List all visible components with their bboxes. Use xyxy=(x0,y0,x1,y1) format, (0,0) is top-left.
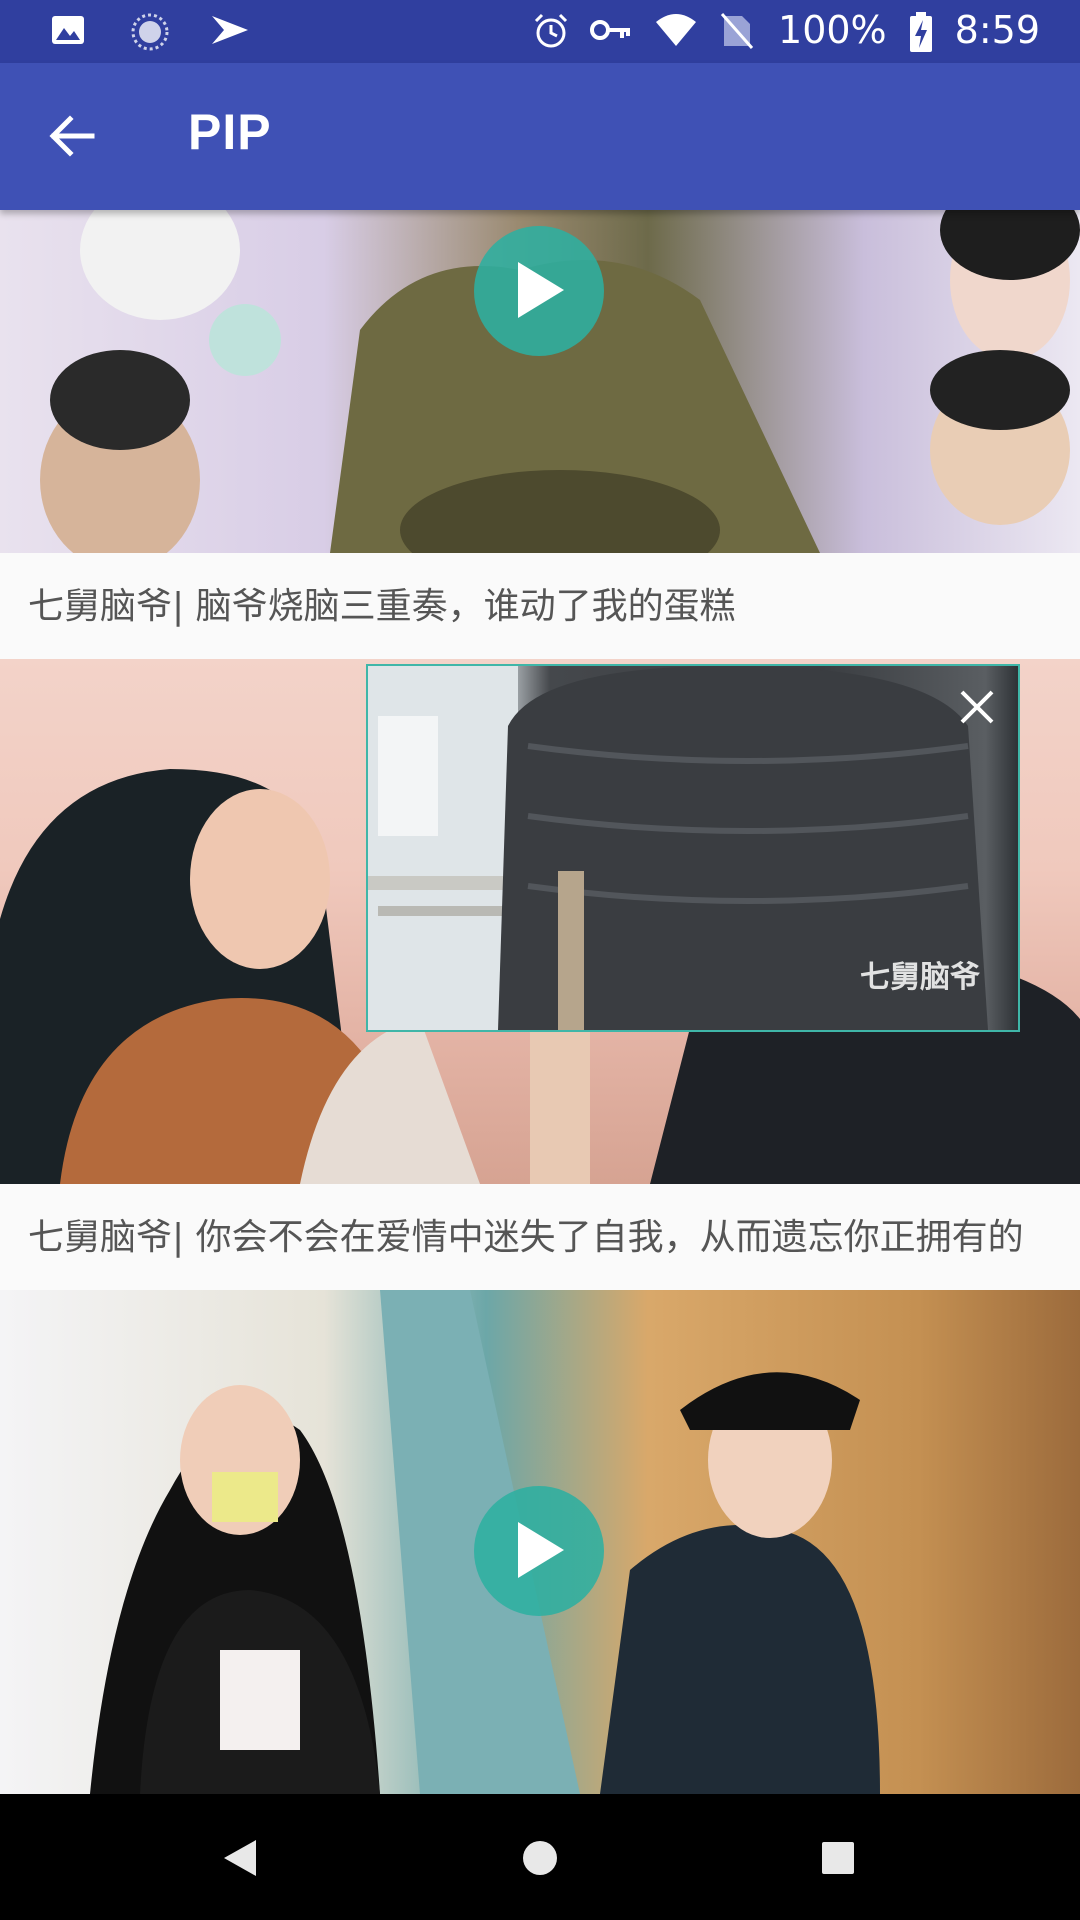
video-caption-1[interactable]: 七舅脑爷| 脑爷烧脑三重奏，谁动了我的蛋糕 xyxy=(0,553,1080,659)
caption-text-2: 七舅脑爷| 你会不会在爱情中迷失了自我，从而遗忘你正拥有的 xyxy=(28,1217,1024,1258)
sync-icon xyxy=(130,12,169,51)
navigation-bar xyxy=(0,1794,1080,1920)
wifi-icon xyxy=(654,12,698,48)
play-button-3[interactable] xyxy=(474,1486,604,1616)
status-bar: 100% 8:59 xyxy=(0,0,1080,63)
status-left-icons xyxy=(50,12,248,51)
vpn-key-icon xyxy=(590,12,632,48)
play-button-1[interactable] xyxy=(474,226,604,356)
play-icon xyxy=(518,1522,564,1578)
pip-watermark: 七舅脑爷 xyxy=(860,960,980,995)
status-right-icons: 100% 8:59 xyxy=(532,8,1040,52)
home-circle-icon[interactable] xyxy=(520,1838,560,1882)
send-icon xyxy=(210,12,248,48)
recents-square-icon[interactable] xyxy=(820,1840,856,1880)
video-caption-2[interactable]: 七舅脑爷| 你会不会在爱情中迷失了自我，从而遗忘你正拥有的 xyxy=(0,1184,1080,1290)
no-sim-icon xyxy=(720,12,756,49)
pip-player[interactable]: 七舅脑爷 xyxy=(366,664,1020,1032)
battery-percent: 100% xyxy=(778,8,887,52)
close-icon[interactable] xyxy=(954,684,1000,730)
arrow-back-icon[interactable] xyxy=(44,111,100,161)
alarm-icon xyxy=(532,12,568,48)
image-icon xyxy=(50,12,86,48)
play-icon xyxy=(518,262,564,318)
battery-charging-icon xyxy=(909,12,933,52)
status-time: 8:59 xyxy=(954,8,1040,52)
video-thumbnail-3[interactable] xyxy=(0,1290,1080,1794)
app-bar: PIP xyxy=(0,63,1080,210)
video-thumbnail-1[interactable] xyxy=(0,210,1080,553)
page-title: PIP xyxy=(188,104,272,160)
back-triangle-icon[interactable] xyxy=(222,1838,258,1882)
caption-text-1: 七舅脑爷| 脑爷烧脑三重奏，谁动了我的蛋糕 xyxy=(28,586,736,627)
